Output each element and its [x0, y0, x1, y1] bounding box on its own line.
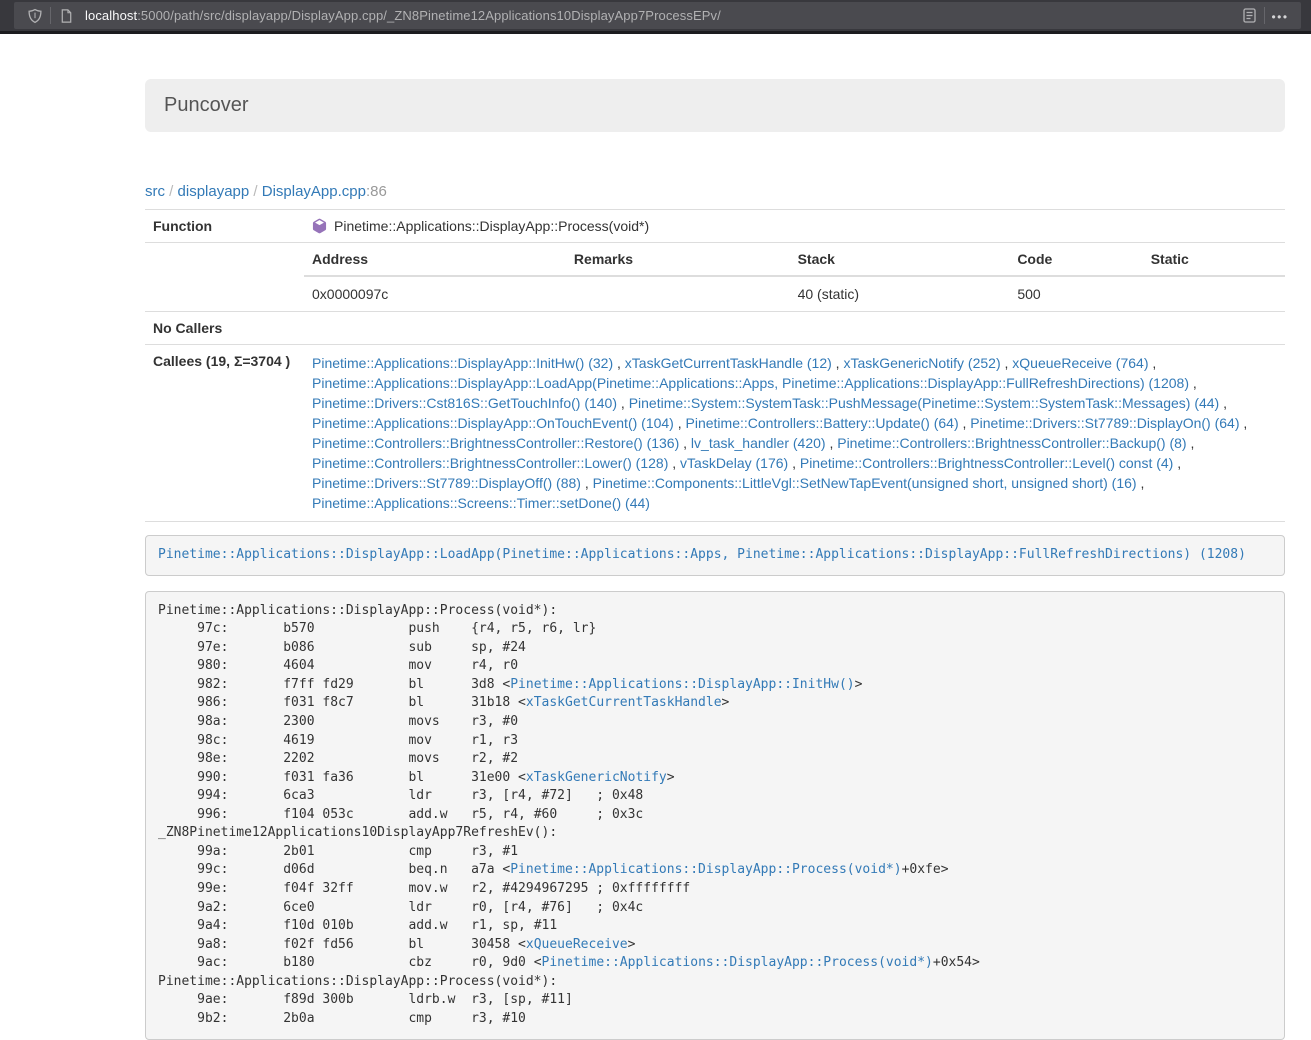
callee-link[interactable]: Pinetime::Applications::Screens::Timer::…	[312, 495, 650, 511]
breadcrumb-line-number: :86	[366, 183, 387, 200]
callee-link[interactable]: Pinetime::System::SystemTask::PushMessag…	[629, 395, 1220, 411]
stats-value: 40 (static)	[790, 276, 1010, 311]
urlbar[interactable]: localhost:5000/path/src/displayapp/Displ…	[14, 2, 1301, 29]
page-icon	[53, 2, 79, 29]
callee-link[interactable]: Pinetime::Controllers::BrightnessControl…	[837, 435, 1186, 451]
page-container: Puncover src / displayapp / DisplayApp.c…	[145, 79, 1285, 1040]
callee-link[interactable]: Pinetime::Controllers::BrightnessControl…	[800, 455, 1173, 471]
stats-value: 0x0000097c	[304, 276, 566, 311]
urlbar-divider	[1264, 7, 1265, 24]
function-label: Function	[145, 210, 304, 243]
function-table: Function Pinetime::Applications::Display…	[145, 209, 1285, 522]
breadcrumb-separator: /	[249, 183, 262, 200]
stats-value	[566, 276, 790, 311]
callee-link[interactable]: Pinetime::Drivers::St7789::DisplayOn() (…	[970, 415, 1239, 431]
callee-separator: ,	[581, 475, 593, 491]
stats-header: Code	[1009, 243, 1142, 276]
callees-row: Callees (19, Σ=3704 ) Pinetime::Applicat…	[145, 345, 1285, 522]
shield-icon[interactable]	[22, 2, 48, 29]
callees-label: Callees (19, Σ=3704 )	[145, 345, 304, 522]
callee-separator: ,	[959, 415, 971, 431]
callee-link[interactable]: lv_task_handler (420)	[691, 435, 826, 451]
callee-link[interactable]: Pinetime::Controllers::Battery::Update()…	[686, 415, 959, 431]
no-callers-row: No Callers	[145, 312, 1285, 345]
breadcrumb-link[interactable]: displayapp	[178, 183, 250, 200]
callee-separator: ,	[1189, 375, 1197, 391]
callee-separator: ,	[1219, 395, 1227, 411]
no-callers-label: No Callers	[145, 312, 304, 345]
stats-header: Stack	[790, 243, 1010, 276]
stats-value-row: 0x0000097c 40 (static)500	[304, 276, 1285, 311]
callee-link[interactable]: Pinetime::Drivers::Cst816S::GetTouchInfo…	[312, 395, 617, 411]
callee-separator: ,	[617, 395, 629, 411]
callee-separator: ,	[674, 415, 686, 431]
stats-header: Static	[1143, 243, 1285, 276]
callee-separator: ,	[1187, 435, 1195, 451]
callee-separator: ,	[788, 455, 800, 471]
stats-table: AddressRemarksStackCodeStatic 0x0000097c…	[304, 243, 1285, 311]
code-symbol-link[interactable]: xQueueReceive	[526, 937, 628, 952]
package-icon	[312, 218, 327, 234]
reader-mode-icon[interactable]	[1236, 2, 1262, 29]
disassembly-box: Pinetime::Applications::DisplayApp::Proc…	[145, 591, 1285, 1040]
page-actions-icon[interactable]: •••	[1267, 1, 1293, 30]
url-text[interactable]: localhost:5000/path/src/displayapp/Displ…	[85, 8, 1236, 23]
stats-header: Address	[304, 243, 566, 276]
callee-separator: ,	[1173, 455, 1181, 471]
callees-cell: Pinetime::Applications::DisplayApp::Init…	[304, 345, 1285, 522]
callee-link[interactable]: Pinetime::Applications::DisplayApp::Init…	[312, 355, 613, 371]
callee-separator: ,	[668, 455, 680, 471]
callee-link[interactable]: Pinetime::Controllers::BrightnessControl…	[312, 435, 679, 451]
callee-link[interactable]: xTaskGetCurrentTaskHandle (12)	[625, 355, 832, 371]
callee-link[interactable]: xQueueReceive (764)	[1012, 355, 1148, 371]
breadcrumb: src / displayapp / DisplayApp.cpp:86	[145, 183, 1285, 200]
code-symbol-link[interactable]: Pinetime::Applications::DisplayApp::Init…	[510, 677, 854, 692]
highlight-symbol-link[interactable]: Pinetime::Applications::DisplayApp::Load…	[158, 547, 1246, 562]
function-row: Function Pinetime::Applications::Display…	[145, 210, 1285, 243]
callee-separator: ,	[826, 435, 838, 451]
stats-value: 500	[1009, 276, 1142, 311]
callee-separator: ,	[1240, 415, 1248, 431]
app-header: Puncover	[145, 79, 1285, 132]
callee-link[interactable]: Pinetime::Applications::DisplayApp::OnTo…	[312, 415, 674, 431]
callee-separator: ,	[1148, 355, 1156, 371]
stats-header: Remarks	[566, 243, 790, 276]
stats-value	[1143, 276, 1285, 311]
app-title[interactable]: Puncover	[164, 94, 249, 116]
callee-link[interactable]: Pinetime::Components::LittleVgl::SetNewT…	[593, 475, 1137, 491]
callee-separator: ,	[1001, 355, 1013, 371]
code-symbol-link[interactable]: xTaskGetCurrentTaskHandle	[526, 695, 722, 710]
callee-link[interactable]: vTaskDelay (176)	[680, 455, 788, 471]
callee-separator: ,	[1137, 475, 1145, 491]
browser-toolbar: localhost:5000/path/src/displayapp/Displ…	[0, 0, 1311, 34]
urlbar-divider	[50, 7, 51, 24]
function-name: Pinetime::Applications::DisplayApp::Proc…	[334, 218, 649, 234]
callee-separator: ,	[832, 355, 844, 371]
callee-separator: ,	[679, 435, 691, 451]
url-path: :5000/path/src/displayapp/DisplayApp.cpp…	[137, 8, 721, 23]
code-symbol-link[interactable]: Pinetime::Applications::DisplayApp::Proc…	[510, 862, 901, 877]
callee-link[interactable]: xTaskGenericNotify (252)	[843, 355, 1000, 371]
stats-row-container: AddressRemarksStackCodeStatic 0x0000097c…	[145, 243, 1285, 312]
code-symbol-link[interactable]: Pinetime::Applications::DisplayApp::Proc…	[542, 955, 933, 970]
callee-link[interactable]: Pinetime::Controllers::BrightnessControl…	[312, 455, 668, 471]
highlight-symbol-box: Pinetime::Applications::DisplayApp::Load…	[145, 535, 1285, 576]
callee-link[interactable]: Pinetime::Drivers::St7789::DisplayOff() …	[312, 475, 581, 491]
breadcrumb-link[interactable]: src	[145, 183, 165, 200]
callee-link[interactable]: Pinetime::Applications::DisplayApp::Load…	[312, 375, 1189, 391]
callee-separator: ,	[613, 355, 625, 371]
stats-header-row: AddressRemarksStackCodeStatic	[304, 243, 1285, 276]
breadcrumb-separator: /	[165, 183, 178, 200]
url-domain: localhost	[85, 8, 137, 23]
breadcrumb-link[interactable]: DisplayApp.cpp	[262, 183, 366, 200]
code-symbol-link[interactable]: xTaskGenericNotify	[526, 770, 667, 785]
